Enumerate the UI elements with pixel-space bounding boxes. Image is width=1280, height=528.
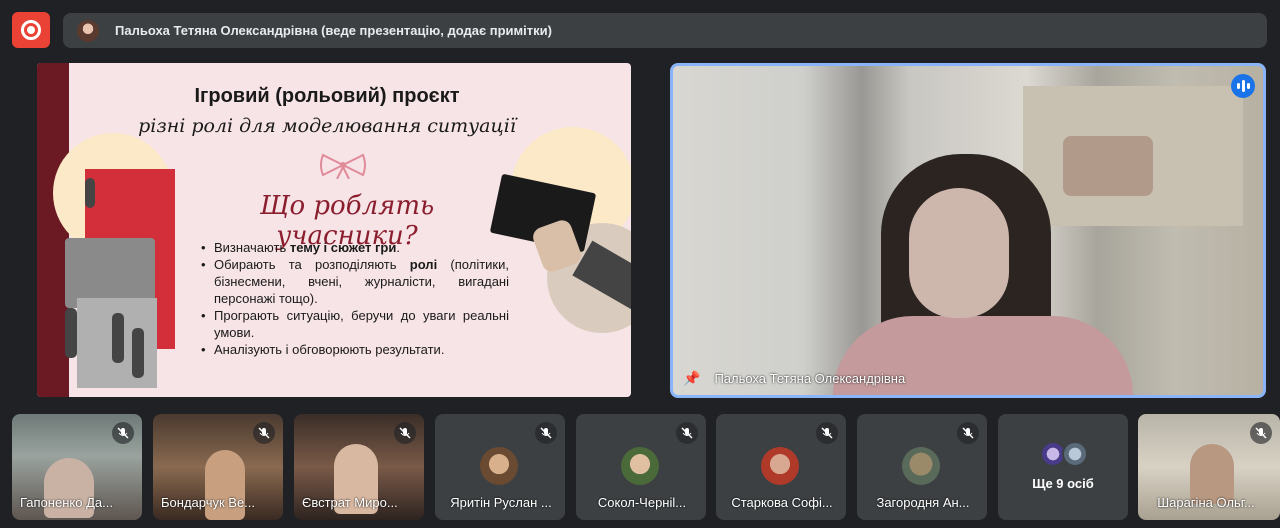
more-participants-tile[interactable]: Ще 9 осіб (998, 414, 1128, 520)
mic-off-icon (676, 422, 698, 444)
speaker-name: Пальоха Тетяна Олександрівна (714, 371, 906, 386)
participant-tile[interactable]: Шарагіна Ольг... (1138, 414, 1280, 520)
more-participants-avatars (1040, 441, 1090, 467)
participant-name: Старкова Софі... (731, 495, 833, 510)
participant-name: Бондарчук Ве... (161, 495, 256, 510)
collage-person (112, 313, 124, 363)
presenter-banner-text: Пальоха Тетяна Олександрівна (веде презе… (115, 23, 552, 38)
collage-person (132, 328, 144, 378)
participant-name: Сокол-Чернil... (597, 495, 687, 510)
slide-bullet-list: Визначають тему і сюжет гри. Обирають та… (201, 239, 509, 358)
top-bar: Пальоха Тетяна Олександрівна (веде презе… (0, 0, 1280, 60)
participant-avatar (621, 447, 659, 485)
slide-bullet: Визначають тему і сюжет гри. (201, 239, 509, 256)
participant-avatar (902, 447, 940, 485)
participant-avatar (480, 447, 518, 485)
presenter-banner[interactable]: Пальоха Тетяна Олександрівна (веде презе… (63, 13, 1267, 48)
participant-name: Євстрат Миро... (302, 495, 398, 510)
participant-strip: Гапоненко Да... Бондарчук Ве... Євстрат … (0, 414, 1280, 520)
bow-icon (320, 153, 366, 179)
collage-person (65, 308, 77, 358)
background-object (1063, 136, 1153, 196)
presentation-slide: Ігровий (рольовий) проєкт різні ролі для… (37, 63, 631, 397)
participant-tile[interactable]: Євстрат Миро... (294, 414, 424, 520)
collage-person (85, 178, 95, 208)
speaker-video-tile[interactable]: 📌 Пальоха Тетяна Олександрівна (670, 63, 1266, 398)
slide-bullet: Обирають та розподіляють ролі (політики,… (201, 256, 509, 307)
participant-tile[interactable]: Яритін Руслан ... (435, 414, 565, 520)
mic-off-icon (1250, 422, 1272, 444)
speaker-face (909, 188, 1009, 318)
mic-off-icon (253, 422, 275, 444)
recording-button[interactable] (12, 12, 50, 48)
participant-name: Шарагіна Ольг... (1157, 495, 1255, 510)
slide-bullet: Аналізують і обговорюють результати. (201, 341, 509, 358)
speaker-name-row: 📌 Пальоха Тетяна Олександрівна (683, 370, 905, 387)
presenter-avatar (77, 19, 99, 42)
record-icon (21, 20, 41, 40)
participant-name: Загородня Ан... (876, 495, 970, 510)
mic-off-icon (957, 422, 979, 444)
pin-icon[interactable]: 📌 (683, 370, 700, 387)
mic-off-icon (394, 422, 416, 444)
participant-tile[interactable]: Бондарчук Ве... (153, 414, 283, 520)
participant-tile[interactable]: Загородня Ан... (857, 414, 987, 520)
participant-avatar (761, 447, 799, 485)
participant-tile[interactable]: Сокол-Чернil... (576, 414, 706, 520)
more-participants-label: Ще 9 осіб (1032, 476, 1094, 491)
slide-bullet: Програють ситуацію, беручи до уваги реал… (201, 307, 509, 341)
speaking-indicator-icon (1231, 74, 1255, 98)
mic-off-icon (816, 422, 838, 444)
slide-subtitle: різні ролі для моделювання ситуації (138, 115, 516, 137)
participant-name: Гапоненко Да... (20, 495, 113, 510)
participant-tile[interactable]: Старкова Софі... (716, 414, 846, 520)
participant-tile[interactable]: Гапоненко Да... (12, 414, 142, 520)
mic-off-icon (535, 422, 557, 444)
mic-off-icon (112, 422, 134, 444)
slide-title: Ігровий (рольовий) проєкт (194, 85, 460, 107)
participant-name: Яритін Руслан ... (450, 495, 552, 510)
